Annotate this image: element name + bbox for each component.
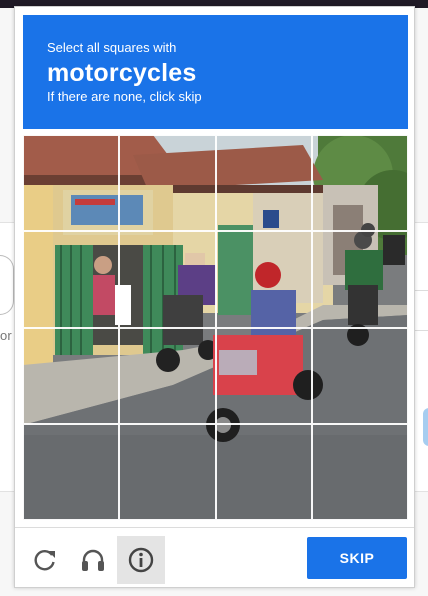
grid-tile[interactable] [311,135,408,232]
captcha-challenge-frame: Select all squares with motorcycles If t… [14,6,415,588]
grid-tile[interactable] [23,423,120,520]
instruction-prefix: Select all squares with [47,40,177,55]
background-partial-text: or [0,328,12,343]
grid-tile[interactable] [23,327,120,424]
reload-button[interactable] [21,536,69,584]
target-object-label: motorcycles [47,59,197,87]
grid-tile[interactable] [311,231,408,328]
help-button[interactable] [117,536,165,584]
grid-tile[interactable] [215,327,312,424]
challenge-header: Select all squares with motorcycles If t… [23,15,408,129]
grid-tile[interactable] [119,135,216,232]
challenge-footer: SKIP [15,527,414,587]
image-grid [23,135,408,520]
grid-tile[interactable] [23,135,120,232]
tile-grid [23,135,408,520]
headphones-icon [82,549,104,571]
audio-challenge-button[interactable] [69,536,117,584]
grid-tile[interactable] [215,135,312,232]
instruction-suffix: If there are none, click skip [47,89,202,104]
grid-tile[interactable] [23,231,120,328]
grid-tile[interactable] [119,327,216,424]
grid-tile[interactable] [311,423,408,520]
grid-tile[interactable] [311,327,408,424]
background-accent-tab [423,408,428,446]
grid-tile[interactable] [215,423,312,520]
info-icon [128,547,154,573]
grid-tile[interactable] [215,231,312,328]
grid-tile[interactable] [119,423,216,520]
reload-icon [34,550,55,571]
grid-tile[interactable] [119,231,216,328]
background-bubble-shape [0,255,14,315]
skip-button[interactable]: SKIP [307,537,407,579]
